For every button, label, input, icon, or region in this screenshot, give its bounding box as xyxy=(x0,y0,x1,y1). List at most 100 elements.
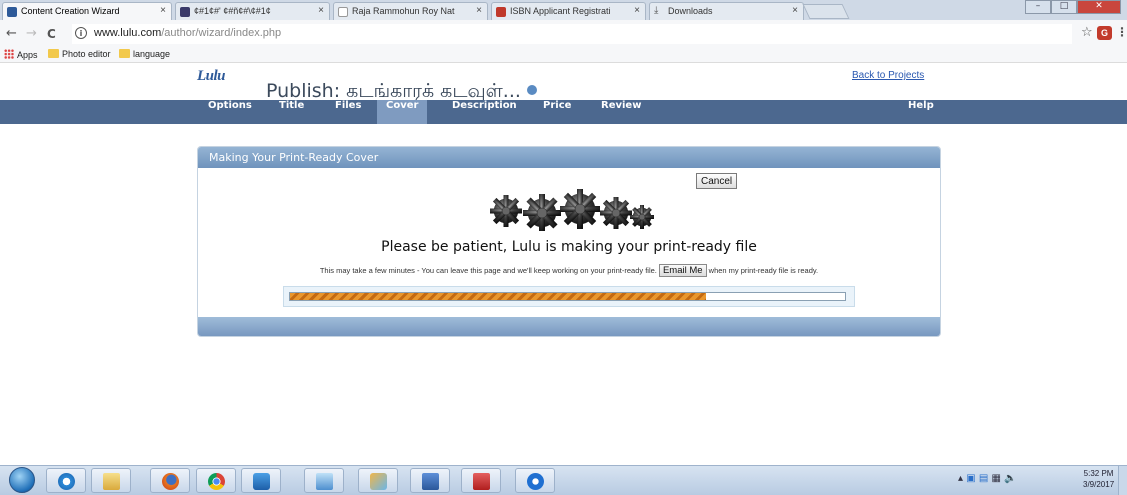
nav-options[interactable]: Options xyxy=(199,100,261,124)
gmail-favicon-icon xyxy=(496,7,506,17)
taskbar-network-monitor[interactable] xyxy=(304,468,344,493)
new-tab-button[interactable] xyxy=(802,4,850,19)
detail-after: when my print-ready file is ready. xyxy=(708,266,819,275)
taskbar-chrome[interactable] xyxy=(196,468,236,493)
browser-menu-icon[interactable]: ⋮ xyxy=(1116,25,1127,39)
monitor-icon[interactable]: ▦ xyxy=(992,473,1001,484)
taskbar-paint[interactable] xyxy=(358,468,398,493)
tab-tamil-site[interactable]: ¢#1¢#' ¢#ñ¢#\¢#1¢ × xyxy=(175,2,330,20)
tab-close-icon[interactable]: × xyxy=(634,5,640,16)
nav-files[interactable]: Files xyxy=(326,100,370,124)
volume-icon[interactable]: 🔈 xyxy=(1004,473,1016,484)
apps-grid-icon xyxy=(4,49,14,59)
nav-cover[interactable]: Cover xyxy=(377,100,428,124)
tab-isbn-registration[interactable]: ISBN Applicant Registrati × xyxy=(491,2,646,20)
taskbar-internet-explorer[interactable] xyxy=(46,468,86,493)
progress-fill xyxy=(290,293,707,300)
tab-content-creation-wizard[interactable]: Content Creation Wizard × xyxy=(2,2,172,21)
lulu-logo[interactable]: Lulu xyxy=(197,68,226,85)
title-info-icon[interactable] xyxy=(526,85,537,95)
tab-close-icon[interactable]: × xyxy=(792,5,798,16)
tab-label: Content Creation Wizard xyxy=(21,6,120,16)
clock-time: 5:32 PM xyxy=(1083,469,1114,478)
url-host: www.lulu.com xyxy=(94,27,162,39)
clock-date: 3/9/2017 xyxy=(1083,480,1115,489)
network-status-icon[interactable]: ▣ xyxy=(966,473,975,484)
panel-heading: Making Your Print-Ready Cover xyxy=(198,147,940,168)
cancel-button[interactable]: Cancel xyxy=(696,173,738,189)
nav-title[interactable]: Title xyxy=(270,100,313,124)
tab-close-icon[interactable]: × xyxy=(476,5,482,16)
back-to-projects-link[interactable]: Back to Projects xyxy=(852,70,924,81)
taskbar-clock[interactable]: 5:32 PM 3/9/2017 xyxy=(1083,468,1114,490)
minimize-button[interactable]: – xyxy=(1025,0,1051,14)
show-hidden-icons-icon[interactable]: ▴ xyxy=(958,473,963,484)
panel-footer xyxy=(198,317,940,336)
extension-icon[interactable]: G xyxy=(1097,26,1112,40)
reload-icon[interactable]: C xyxy=(47,27,56,41)
bookmark-apps[interactable]: Apps xyxy=(4,49,38,60)
nav-review[interactable]: Review xyxy=(592,100,650,124)
folder-icon xyxy=(119,49,130,58)
bookmarks-bar: Apps Photo editor language xyxy=(0,47,1127,63)
forward-arrow-icon[interactable]: → xyxy=(26,26,37,41)
bookmark-label: Apps xyxy=(17,50,38,60)
internet-explorer-icon xyxy=(58,473,75,490)
bookmark-star-icon[interactable]: ☆ xyxy=(1081,25,1093,40)
paint-icon xyxy=(370,473,387,490)
email-me-button[interactable]: Email Me xyxy=(658,264,707,277)
tab-label: Downloads xyxy=(668,6,713,16)
tab-raja-rammohun-roy[interactable]: Raja Rammohun Roy Nat × xyxy=(333,2,488,20)
taskbar-teamviewer[interactable] xyxy=(515,468,555,493)
tab-downloads[interactable]: ⤓ Downloads × xyxy=(649,2,804,20)
folder-icon xyxy=(48,49,59,58)
nav-description[interactable]: Description xyxy=(443,100,526,124)
start-orb-icon[interactable] xyxy=(9,467,35,493)
word-icon xyxy=(422,473,439,490)
bookmark-label: language xyxy=(133,49,171,59)
url-path: /author/wizard/index.php xyxy=(161,27,282,39)
action-center-icon[interactable]: ▤ xyxy=(979,473,988,484)
tab-label: ¢#1¢#' ¢#ñ¢#\¢#1¢ xyxy=(194,6,271,16)
bookmark-label: Photo editor xyxy=(62,49,111,59)
tab-close-icon[interactable]: × xyxy=(318,5,324,16)
media-player-icon xyxy=(253,473,270,490)
lulu-favicon-icon xyxy=(7,7,17,17)
show-desktop-button[interactable] xyxy=(1118,466,1127,495)
taskbar-file-explorer[interactable] xyxy=(91,468,131,493)
tab-label: Raja Rammohun Roy Nat xyxy=(352,6,455,16)
system-tray[interactable]: ▴ ▣ ▤ ▦ 🔈 xyxy=(958,473,1017,484)
patience-message: Please be patient, Lulu is making your p… xyxy=(381,239,757,255)
back-arrow-icon[interactable]: ← xyxy=(6,26,17,41)
download-icon: ⤓ xyxy=(654,5,659,16)
nav-price[interactable]: Price xyxy=(534,100,580,124)
progress-bar xyxy=(289,292,846,301)
page-favicon-icon xyxy=(338,7,348,17)
tab-close-icon[interactable]: × xyxy=(160,5,166,16)
progress-container xyxy=(283,286,855,307)
page-title-text: Publish: கடங்காரக் கடவுள்... xyxy=(266,80,521,102)
taskbar-media-player[interactable] xyxy=(241,468,281,493)
site-favicon-icon xyxy=(180,7,190,17)
print-ready-panel: Making Your Print-Ready Cover Please be … xyxy=(197,146,941,337)
taskbar-firefox[interactable] xyxy=(150,468,190,493)
maximize-button[interactable]: □ xyxy=(1051,0,1077,14)
firefox-icon xyxy=(162,473,179,490)
address-bar[interactable]: i www.lulu.com/author/wizard/index.php xyxy=(72,24,1072,44)
bookmark-photo-editor[interactable]: Photo editor xyxy=(48,49,111,59)
taskbar-word[interactable] xyxy=(410,468,450,493)
url-text: www.lulu.com/author/wizard/index.php xyxy=(94,27,281,39)
detail-before: This may take a few minutes - You can le… xyxy=(319,266,657,275)
close-window-button[interactable]: ✕ xyxy=(1077,0,1121,14)
folder-icon xyxy=(103,473,120,490)
nav-help[interactable]: Help xyxy=(899,100,943,124)
bookmark-language[interactable]: language xyxy=(119,49,170,59)
chrome-icon xyxy=(208,473,225,490)
progress-detail: This may take a few minutes - You can le… xyxy=(198,264,940,277)
gears-icon xyxy=(490,189,654,231)
acrobat-icon xyxy=(473,473,490,490)
tab-label: ISBN Applicant Registrati xyxy=(510,6,611,16)
teamviewer-icon xyxy=(527,473,544,490)
site-info-icon[interactable]: i xyxy=(75,27,87,39)
taskbar-acrobat[interactable] xyxy=(461,468,501,493)
